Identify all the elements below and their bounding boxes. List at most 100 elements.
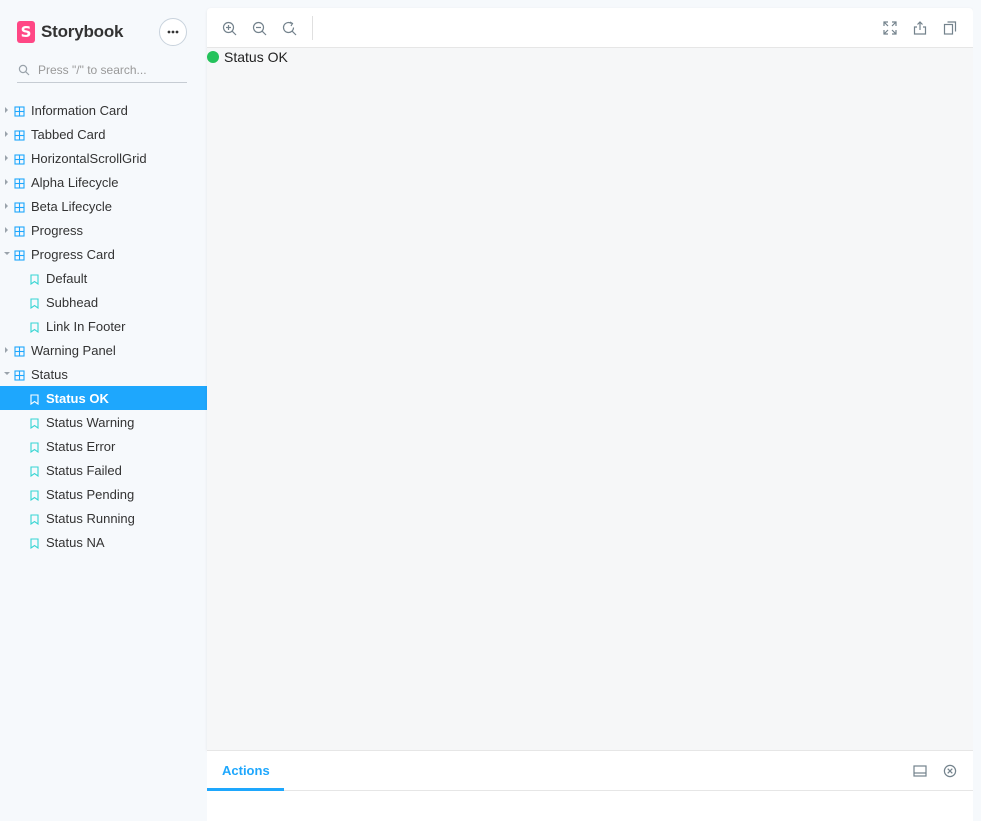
tree-item-label: Information Card xyxy=(31,103,128,118)
component-icon xyxy=(14,201,25,213)
component-item-beta-lifecycle[interactable]: Beta Lifecycle xyxy=(0,194,207,218)
sidebar: S Storybook Information Card Tabbed Card H… xyxy=(0,0,207,821)
brand[interactable]: S Storybook xyxy=(17,21,123,43)
tree-item-label: Status Pending xyxy=(46,487,135,502)
zoom-out-icon xyxy=(252,21,266,35)
panel-position-button[interactable] xyxy=(913,764,927,778)
tab-actions[interactable]: Actions xyxy=(207,751,284,791)
story-item-status-warning[interactable]: Status Warning xyxy=(0,410,207,434)
story-item-default[interactable]: Default xyxy=(0,266,207,290)
close-panel-icon xyxy=(943,764,957,778)
tree-item-label: Beta Lifecycle xyxy=(31,199,112,214)
preview-toolbar xyxy=(207,8,973,48)
search-input[interactable] xyxy=(38,60,178,80)
copy-link-button[interactable] xyxy=(942,20,958,36)
story-item-subhead[interactable]: Subhead xyxy=(0,290,207,314)
tree-item-label: Status Warning xyxy=(46,415,135,430)
caret-down-icon[interactable] xyxy=(4,252,10,255)
tree-item-label: HorizontalScrollGrid xyxy=(31,151,147,166)
story-item-status-running[interactable]: Status Running xyxy=(0,506,207,530)
caret-right-icon[interactable] xyxy=(5,203,8,209)
toolbar-divider xyxy=(312,16,313,40)
more-horizontal-icon xyxy=(167,30,179,34)
story-item-status-error[interactable]: Status Error xyxy=(0,434,207,458)
zoom-reset-button[interactable] xyxy=(281,20,297,36)
component-icon xyxy=(14,177,25,189)
tree-item-label: Warning Panel xyxy=(31,343,116,358)
component-icon xyxy=(14,129,25,141)
tree-item-label: Status NA xyxy=(46,535,105,550)
status-text: Status OK xyxy=(224,49,288,65)
bookmark-icon xyxy=(30,465,39,478)
tree-item-label: Status Running xyxy=(46,511,135,526)
search-bar xyxy=(17,58,187,83)
preview-panel: Status OK xyxy=(207,8,973,750)
tree-item-label: Status OK xyxy=(46,391,109,406)
sidebar-menu-button[interactable] xyxy=(159,18,187,46)
component-item-alpha-lifecycle[interactable]: Alpha Lifecycle xyxy=(0,170,207,194)
tree-item-label: Progress xyxy=(31,223,84,238)
component-item-horizontalscrollgrid[interactable]: HorizontalScrollGrid xyxy=(0,146,207,170)
status-ok-dot xyxy=(207,51,219,63)
component-icon xyxy=(14,225,25,237)
panel-position-icon xyxy=(913,765,927,777)
bookmark-icon xyxy=(30,513,39,526)
zoom-out-button[interactable] xyxy=(251,20,267,36)
component-icon xyxy=(14,345,25,357)
story-canvas: Status OK xyxy=(207,48,973,750)
tree-item-label: Default xyxy=(46,271,88,286)
story-item-status-na[interactable]: Status NA xyxy=(0,530,207,554)
addons-header: Actions xyxy=(207,751,973,791)
brand-name: Storybook xyxy=(41,22,124,41)
tree-item-label: Status Error xyxy=(46,439,116,454)
component-item-status[interactable]: Status xyxy=(0,362,207,386)
share-icon xyxy=(913,21,927,35)
caret-right-icon[interactable] xyxy=(5,227,8,233)
zoom-reset-icon xyxy=(282,20,296,35)
caret-down-icon[interactable] xyxy=(4,372,10,375)
close-panel-button[interactable] xyxy=(943,764,957,778)
addons-panel: Actions xyxy=(207,750,973,821)
search-icon xyxy=(18,64,30,76)
bookmark-icon xyxy=(30,417,39,430)
story-tree: Information Card Tabbed Card HorizontalScr… xyxy=(0,98,207,554)
component-item-warning-panel[interactable]: Warning Panel xyxy=(0,338,207,362)
bookmark-icon xyxy=(30,297,39,310)
tree-item-label: Status xyxy=(31,367,68,382)
copy-link-icon xyxy=(943,21,957,35)
zoom-in-icon xyxy=(222,21,236,35)
tree-item-label: Progress Card xyxy=(31,247,115,262)
caret-right-icon[interactable] xyxy=(5,179,8,185)
bookmark-icon xyxy=(30,393,39,406)
component-item-progress-card[interactable]: Progress Card xyxy=(0,242,207,266)
component-item-progress[interactable]: Progress xyxy=(0,218,207,242)
caret-right-icon[interactable] xyxy=(5,107,8,113)
story-item-link-in-footer[interactable]: Link In Footer xyxy=(0,314,207,338)
bookmark-icon xyxy=(30,273,39,286)
bookmark-icon xyxy=(30,489,39,502)
component-item-information-card[interactable]: Information Card xyxy=(0,98,207,122)
fullscreen-icon xyxy=(883,21,897,35)
fullscreen-button[interactable] xyxy=(882,20,898,36)
share-button[interactable] xyxy=(912,20,928,36)
status-indicator: Status OK xyxy=(207,49,288,65)
story-item-status-failed[interactable]: Status Failed xyxy=(0,458,207,482)
component-icon xyxy=(14,105,25,117)
tree-item-label: Link In Footer xyxy=(46,319,126,334)
bookmark-icon xyxy=(30,321,39,334)
caret-right-icon[interactable] xyxy=(5,347,8,353)
component-icon xyxy=(14,369,25,381)
story-item-status-pending[interactable]: Status Pending xyxy=(0,482,207,506)
storybook-logo-icon: S xyxy=(17,21,35,43)
caret-right-icon[interactable] xyxy=(5,155,8,161)
caret-right-icon[interactable] xyxy=(5,131,8,137)
component-icon xyxy=(14,153,25,165)
story-item-status-ok[interactable]: Status OK xyxy=(0,386,207,410)
component-item-tabbed-card[interactable]: Tabbed Card xyxy=(0,122,207,146)
tree-item-label: Tabbed Card xyxy=(31,127,106,142)
tree-item-label: Subhead xyxy=(46,295,99,310)
bookmark-icon xyxy=(30,537,39,550)
zoom-in-button[interactable] xyxy=(221,20,237,36)
bookmark-icon xyxy=(30,441,39,454)
tree-item-label: Status Failed xyxy=(46,463,122,478)
